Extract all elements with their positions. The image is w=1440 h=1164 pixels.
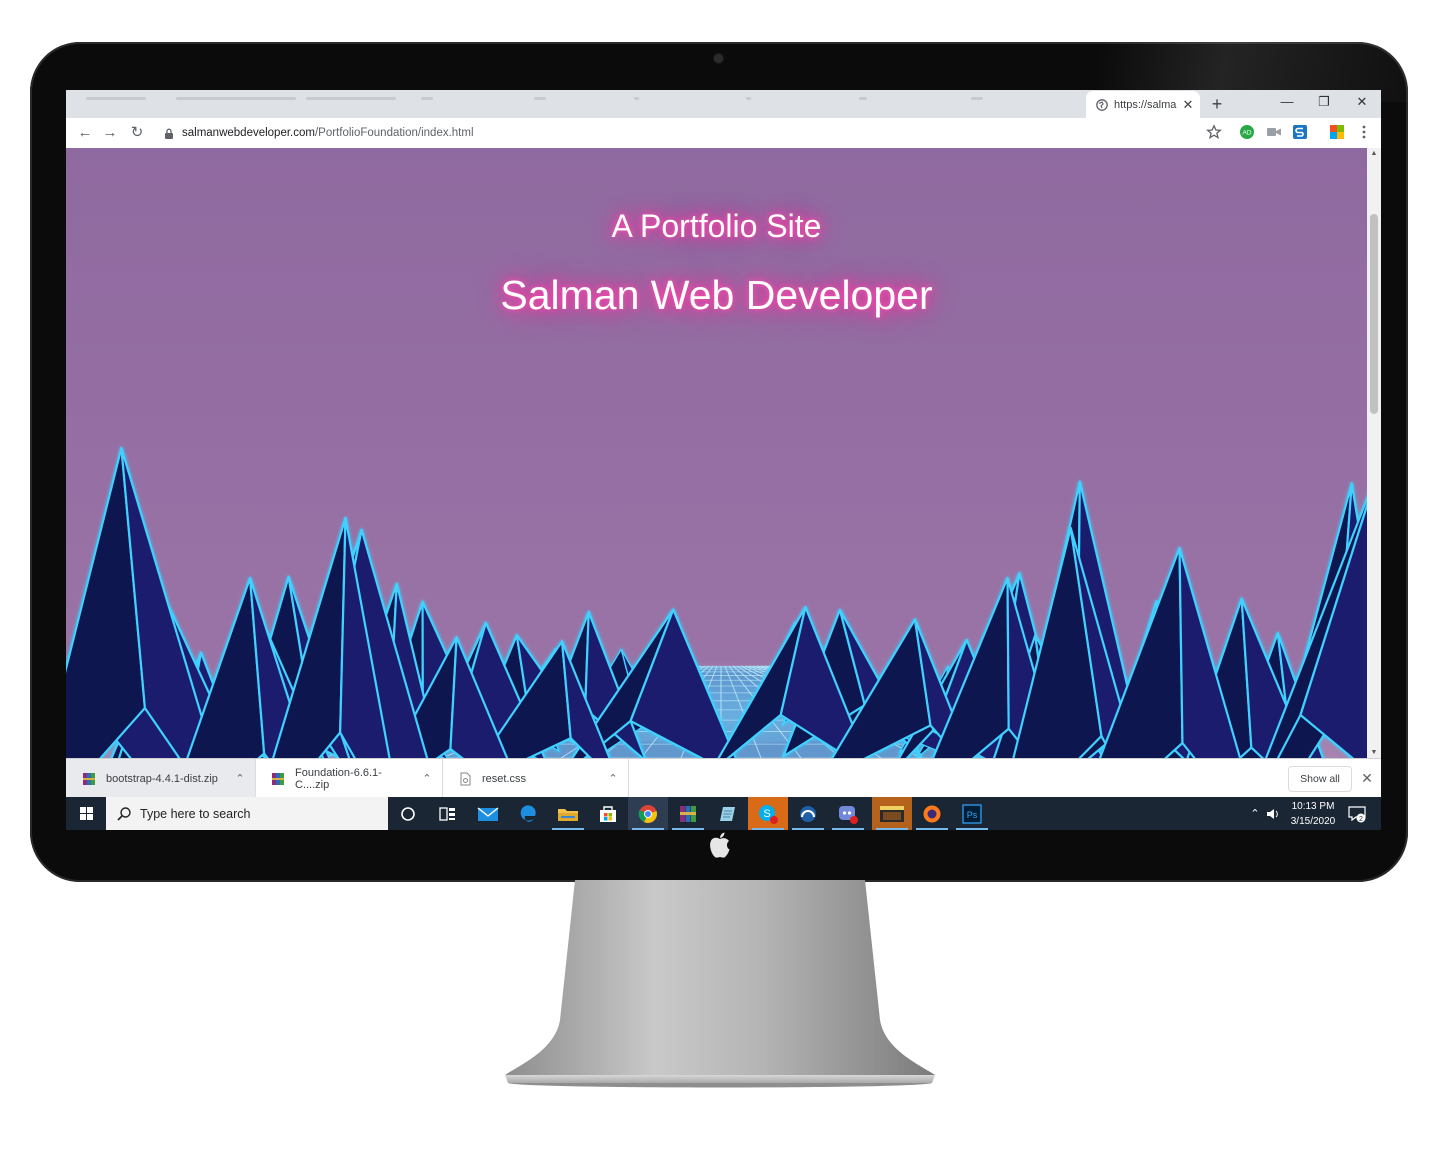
download-item[interactable]: reset.css ⌃: [442, 759, 629, 798]
address-bar[interactable]: salmanwebdeveloper.com/PortfolioFoundati…: [154, 121, 1224, 145]
extension-s-icon[interactable]: [1292, 124, 1308, 140]
windows-logo-icon: [80, 807, 93, 820]
kebab-menu-icon[interactable]: [1356, 124, 1372, 140]
css-file-icon: [460, 772, 471, 785]
blurred-tab[interactable]: [421, 97, 433, 100]
extension-badge: AD: [1242, 130, 1251, 137]
chevron-up-icon[interactable]: ⌃: [225, 772, 255, 785]
forward-button[interactable]: →: [99, 122, 121, 144]
taskbar-search-box[interactable]: Type here to search: [106, 797, 388, 830]
blurred-tab[interactable]: [971, 97, 983, 100]
discord-icon[interactable]: [828, 797, 868, 830]
bookmark-star-icon[interactable]: [1206, 124, 1222, 140]
active-tab[interactable]: https://salma ✕: [1086, 91, 1200, 118]
browser-toolbar: ← → ↻ salmanwebdeveloper.com/PortfolioFo…: [66, 118, 1381, 149]
file-explorer-icon[interactable]: [548, 797, 588, 830]
chevron-up-icon[interactable]: ⌃: [412, 772, 442, 785]
notification-center-icon[interactable]: 2: [1348, 805, 1366, 823]
svg-text:Ps: Ps: [967, 810, 978, 820]
reload-button[interactable]: ↻: [126, 122, 148, 144]
winrar-archive-icon: [272, 772, 284, 785]
search-placeholder: Type here to search: [140, 806, 251, 821]
office-extension-icon[interactable]: [1329, 124, 1345, 140]
apple-logo-icon: [710, 832, 730, 858]
skype-icon[interactable]: S: [748, 797, 788, 830]
hero-subtitle: A Portfolio Site: [611, 208, 822, 244]
scrollbar-thumb[interactable]: [1370, 214, 1378, 414]
new-tab-button[interactable]: +: [1207, 94, 1227, 114]
svg-text:S: S: [763, 808, 770, 820]
download-filename: bootstrap-4.4.1-dist.zip: [106, 772, 218, 785]
download-item[interactable]: bootstrap-4.4.1-dist.zip ⌃: [66, 759, 256, 798]
chevron-up-icon[interactable]: ⌃: [1246, 797, 1264, 830]
notepad-icon[interactable]: [708, 797, 748, 830]
close-window-button[interactable]: ✕: [1344, 90, 1380, 116]
winrar-archive-icon: [83, 772, 95, 785]
start-button[interactable]: [66, 797, 106, 830]
vertical-scrollbar[interactable]: ▲ ▼: [1367, 148, 1381, 758]
restore-button[interactable]: ❐: [1306, 90, 1342, 116]
blurred-tab[interactable]: [534, 97, 546, 100]
webpage-hero: A Portfolio Site Salman Web Developer: [66, 148, 1367, 758]
close-tab-icon[interactable]: ✕: [1180, 97, 1196, 113]
notification-count: 2: [1359, 816, 1363, 823]
url-host: salmanwebdeveloper.com: [182, 127, 315, 139]
clock-date: 3/15/2020: [1290, 816, 1336, 827]
scroll-down-arrow-icon[interactable]: ▼: [1367, 749, 1381, 756]
show-all-button[interactable]: Show all: [1288, 766, 1352, 792]
video-camera-icon[interactable]: [1266, 124, 1282, 140]
blurred-tab[interactable]: [306, 97, 396, 100]
media-player-icon[interactable]: [872, 797, 912, 830]
extension-ad-icon[interactable]: AD: [1239, 124, 1255, 140]
chevron-up-icon[interactable]: ⌃: [598, 772, 628, 785]
download-filename: Foundation-6.6.1-C....zip: [295, 766, 382, 791]
blurred-tab[interactable]: [859, 97, 867, 100]
mail-icon[interactable]: [468, 797, 508, 830]
task-view-icon[interactable]: [428, 797, 468, 830]
blurred-tab[interactable]: [746, 97, 751, 100]
windows-taskbar: Type here to search S Ps ⌃ 10:13 PM 3/15…: [66, 797, 1381, 830]
screen: https://salma ✕ + — ❐ ✕ ← → ↻ salmanwebd…: [66, 90, 1381, 830]
clock-time: 10:13 PM: [1291, 801, 1335, 812]
webcam: [714, 54, 723, 63]
url-path: /PortfolioFoundation/index.html: [314, 127, 474, 139]
blurred-tab[interactable]: [176, 97, 296, 100]
lock-icon: [165, 128, 173, 139]
app-icon[interactable]: [788, 797, 828, 830]
download-filename: reset.css: [482, 772, 527, 785]
speaker-icon[interactable]: [1264, 797, 1282, 830]
tab-strip: https://salma ✕ + — ❐ ✕: [66, 90, 1381, 118]
hero-title: Salman Web Developer: [500, 272, 933, 318]
blurred-tab[interactable]: [86, 97, 146, 100]
chrome-icon[interactable]: [628, 797, 668, 830]
photoshop-icon[interactable]: Ps: [952, 797, 992, 830]
firefox-icon[interactable]: [912, 797, 952, 830]
scroll-up-arrow-icon[interactable]: ▲: [1367, 150, 1381, 157]
back-button[interactable]: ←: [74, 122, 96, 144]
download-bar: bootstrap-4.4.1-dist.zip ⌃ Foundation-6.…: [66, 758, 1381, 798]
monitor-stand: [505, 880, 935, 1088]
download-item[interactable]: Foundation-6.6.1-C....zip ⌃: [255, 759, 443, 798]
search-icon: [117, 806, 131, 821]
system-clock[interactable]: 10:13 PM 3/15/2020: [1284, 799, 1342, 829]
tab-title: https://salma: [1114, 98, 1177, 111]
blurred-tab[interactable]: [634, 97, 639, 100]
cortana-icon[interactable]: [388, 797, 428, 830]
close-download-bar-icon[interactable]: ✕: [1358, 767, 1376, 789]
store-icon[interactable]: [588, 797, 628, 830]
edge-icon[interactable]: [508, 797, 548, 830]
minimize-button[interactable]: —: [1269, 90, 1305, 116]
winrar-icon[interactable]: [668, 797, 708, 830]
globe-icon: [1096, 98, 1108, 111]
